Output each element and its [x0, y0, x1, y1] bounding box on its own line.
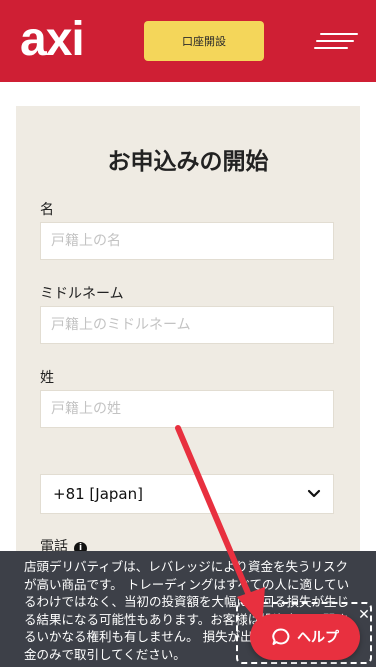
last-name-input[interactable] — [40, 390, 334, 428]
axi-logo[interactable]: axi — [20, 14, 85, 66]
middle-name-input[interactable] — [40, 306, 334, 344]
help-button[interactable]: ヘルプ — [250, 614, 360, 660]
site-header: axi 口座開設 — [0, 0, 376, 82]
help-label: ヘルプ — [297, 630, 339, 646]
middle-name-label: ミドルネーム — [40, 286, 124, 302]
hamburger-icon[interactable] — [314, 28, 358, 54]
country-code-value: +81 [Japan] — [53, 485, 143, 503]
chat-bubble-icon — [272, 628, 290, 645]
open-account-button[interactable]: 口座開設 — [144, 21, 264, 61]
last-name-label: 姓 — [40, 370, 54, 386]
first-name-input[interactable] — [40, 222, 334, 260]
chevron-down-icon — [307, 489, 321, 498]
form-title: お申込みの開始 — [107, 149, 269, 175]
first-name-label: 名 — [40, 202, 54, 218]
country-code-select[interactable]: +81 [Japan] — [40, 474, 334, 514]
